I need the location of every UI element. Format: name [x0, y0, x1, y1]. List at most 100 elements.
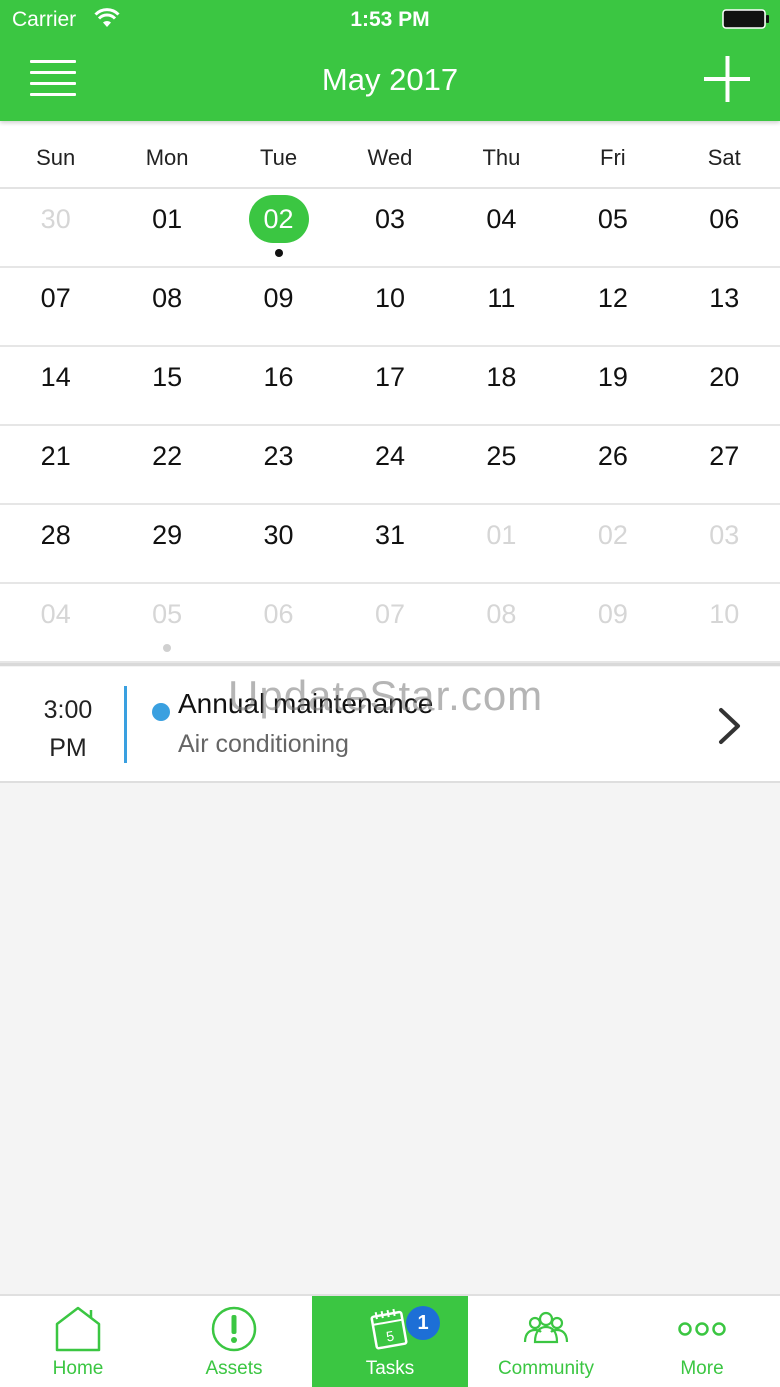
calendar-week-row: 04 05 06 07 08 09 10 — [0, 584, 780, 663]
app-header: Carrier 1:53 PM May 2017 — [0, 0, 780, 121]
calendar-day[interactable]: 09 — [223, 268, 334, 345]
tab-label: Tasks — [365, 1358, 415, 1379]
event-time-value: 3:00 — [43, 696, 93, 724]
tab-label: Home — [52, 1358, 104, 1379]
calendar-day[interactable]: 16 — [223, 347, 334, 424]
day-number: 22 — [152, 441, 183, 471]
calendar-day[interactable]: 26 — [557, 426, 668, 503]
calendar-day-selected[interactable]: 02 — [223, 189, 334, 266]
day-number: 21 — [40, 441, 71, 471]
menu-button[interactable] — [30, 60, 76, 98]
day-number: 24 — [374, 441, 405, 471]
calendar-day[interactable]: 24 — [334, 426, 445, 503]
day-number: 03 — [709, 520, 740, 550]
day-number: 26 — [597, 441, 628, 471]
day-number: 06 — [263, 599, 294, 629]
tab-assets[interactable]: Assets — [156, 1296, 312, 1387]
calendar-day[interactable]: 13 — [669, 268, 780, 345]
hamburger-icon-line — [30, 82, 76, 85]
calendar-day[interactable]: 08 — [111, 268, 222, 345]
calendar-day[interactable]: 30 — [0, 189, 111, 266]
event-list-item[interactable]: 3:00 PM Annual maintenance Air condition… — [0, 667, 780, 783]
calendar-divider — [0, 663, 780, 666]
day-number: 10 — [709, 599, 740, 629]
day-number: 20 — [709, 362, 740, 392]
calendar-day[interactable]: 06 — [669, 189, 780, 266]
tab-tasks[interactable]: 5 1 Tasks — [312, 1296, 468, 1387]
calendar-day[interactable]: 05 — [111, 584, 222, 661]
calendar-day[interactable]: 19 — [557, 347, 668, 424]
weekday-label: Wed — [367, 145, 413, 170]
day-number: 08 — [152, 283, 183, 313]
calendar-day[interactable]: 22 — [111, 426, 222, 503]
day-number: 01 — [486, 520, 517, 550]
day-number: 16 — [263, 362, 294, 392]
day-number: 28 — [40, 520, 71, 550]
hamburger-icon-line — [30, 60, 76, 63]
calendar-day[interactable]: 29 — [111, 505, 222, 582]
tab-community[interactable]: Community — [468, 1296, 624, 1387]
calendar-day[interactable]: 04 — [446, 189, 557, 266]
calendar-day[interactable]: 09 — [557, 584, 668, 661]
event-accent-bar — [124, 686, 127, 763]
calendar-day[interactable]: 03 — [669, 505, 780, 582]
day-number: 09 — [597, 599, 628, 629]
calendar-day[interactable]: 27 — [669, 426, 780, 503]
plus-icon — [704, 56, 750, 102]
hamburger-icon-line — [30, 93, 76, 96]
day-number: 15 — [152, 362, 183, 392]
calendar-day[interactable]: 06 — [223, 584, 334, 661]
calendar-day[interactable]: 05 — [557, 189, 668, 266]
calendar-day[interactable]: 07 — [0, 268, 111, 345]
calendar-week-row: 21 22 23 24 25 26 27 — [0, 426, 780, 505]
calendar-day[interactable]: 17 — [334, 347, 445, 424]
day-number: 04 — [40, 599, 71, 629]
alert-circle-icon — [211, 1306, 257, 1352]
calendar-day[interactable]: 10 — [669, 584, 780, 661]
calendar-day[interactable]: 14 — [0, 347, 111, 424]
calendar-day[interactable]: 01 — [111, 189, 222, 266]
add-task-button[interactable] — [704, 56, 750, 102]
calendar-day[interactable]: 11 — [446, 268, 557, 345]
calendar-day[interactable]: 07 — [334, 584, 445, 661]
calendar-day[interactable]: 10 — [334, 268, 445, 345]
day-number: 19 — [597, 362, 628, 392]
calendar-day[interactable]: 20 — [669, 347, 780, 424]
event-indicator-dot — [274, 249, 283, 257]
calendar-day[interactable]: 03 — [334, 189, 445, 266]
weekday-label: Sun — [36, 145, 76, 170]
status-time: 1:53 PM — [350, 8, 430, 31]
tab-more[interactable]: More — [624, 1296, 780, 1387]
day-number: 10 — [374, 283, 405, 313]
day-number: 30 — [263, 520, 294, 550]
calendar-day[interactable]: 18 — [446, 347, 557, 424]
weekday-label: Sat — [707, 145, 741, 170]
calendar-week-row: 07 08 09 10 11 12 13 — [0, 268, 780, 347]
calendar-day[interactable]: 23 — [223, 426, 334, 503]
tab-label: More — [680, 1358, 724, 1379]
home-icon — [55, 1306, 101, 1352]
day-number: 03 — [374, 204, 405, 234]
calendar-day[interactable]: 28 — [0, 505, 111, 582]
calendar-day[interactable]: 21 — [0, 426, 111, 503]
calendar-day[interactable]: 12 — [557, 268, 668, 345]
calendar-day[interactable]: 30 — [223, 505, 334, 582]
event-color-dot — [152, 703, 170, 721]
day-number: 06 — [709, 204, 740, 234]
tab-home[interactable]: Home — [0, 1296, 156, 1387]
calendar-day[interactable]: 02 — [557, 505, 668, 582]
day-number: 11 — [487, 283, 516, 313]
calendar-day[interactable]: 04 — [0, 584, 111, 661]
day-number: 05 — [152, 599, 183, 629]
day-number: 27 — [709, 441, 740, 471]
calendar-day[interactable]: 01 — [446, 505, 557, 582]
weekday-label: Fri — [600, 145, 626, 170]
calendar-day[interactable]: 08 — [446, 584, 557, 661]
battery-icon — [722, 9, 769, 29]
day-number: 23 — [263, 441, 294, 471]
calendar-day[interactable]: 15 — [111, 347, 222, 424]
calendar-day[interactable]: 25 — [446, 426, 557, 503]
event-time-period: PM — [49, 734, 87, 762]
calendar-day[interactable]: 31 — [334, 505, 445, 582]
more-dots-icon — [678, 1322, 726, 1336]
